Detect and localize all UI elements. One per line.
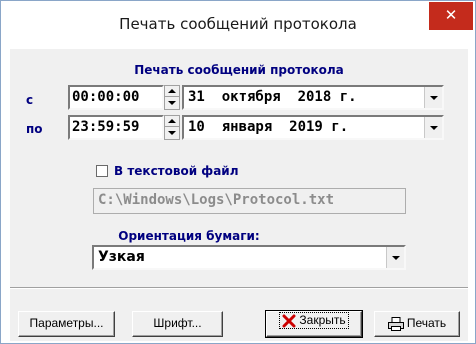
arrow-up-icon [168, 119, 176, 123]
close-x-icon [282, 314, 296, 327]
focus-rectangle: Закрыть [279, 312, 349, 329]
chevron-down-icon [430, 96, 438, 100]
from-date-dropdown-button[interactable] [424, 87, 442, 108]
to-date-dropdown-button[interactable] [424, 117, 442, 138]
chevron-down-icon [430, 126, 438, 130]
orientation-dropdown-button[interactable] [386, 247, 404, 268]
title-bar[interactable]: Печать сообщений протокола ✕ [1, 1, 475, 49]
window-title: Печать сообщений протокола [119, 15, 357, 33]
to-time-field[interactable]: 23:59:59 [68, 115, 164, 140]
to-date-value: 10 января 2019 г. [188, 119, 349, 135]
chevron-down-icon [392, 256, 400, 260]
to-file-checkbox[interactable] [96, 165, 108, 177]
orientation-combo[interactable]: Узкая [92, 245, 406, 270]
separator [10, 288, 468, 289]
from-time-spinner[interactable] [164, 85, 180, 110]
print-button[interactable]: Печать [374, 311, 460, 337]
title-close-button[interactable]: ✕ [429, 2, 473, 30]
close-button-label: Закрыть [299, 313, 346, 327]
font-button-label: Шрифт... [153, 316, 202, 330]
dialog-window: Печать сообщений протокола ✕ Печать сооб… [0, 0, 476, 344]
params-button-label: Параметры... [29, 316, 104, 330]
to-time-spinner[interactable] [164, 115, 180, 140]
orientation-label: Ориентация бумаги: [118, 229, 260, 243]
spin-up-button[interactable] [165, 116, 179, 127]
print-button-label: Печать [406, 316, 447, 330]
from-date-combo[interactable]: 31 октября 2018 г. [182, 85, 444, 110]
printer-icon [387, 316, 404, 331]
orientation-value: Узкая [98, 249, 145, 265]
from-time-value: 00:00:00 [72, 89, 140, 105]
arrow-down-icon [168, 101, 176, 105]
params-button[interactable]: Параметры... [18, 311, 115, 337]
spin-down-button[interactable] [165, 128, 179, 139]
from-date-value: 31 октября 2018 г. [188, 89, 357, 105]
file-path-field[interactable]: C:\Windows\Logs\Protocol.txt [93, 188, 406, 214]
arrow-up-icon [168, 89, 176, 93]
to-file-label[interactable]: В текстовой файл [114, 164, 239, 178]
arrow-down-icon [168, 131, 176, 135]
to-label: по [26, 122, 43, 136]
to-time-value: 23:59:59 [72, 119, 140, 135]
spin-down-button[interactable] [165, 98, 179, 109]
from-time-field[interactable]: 00:00:00 [68, 85, 164, 110]
from-label: с [26, 93, 34, 107]
section-heading: Печать сообщений протокола [134, 63, 344, 77]
close-button[interactable]: Закрыть [265, 310, 363, 338]
spin-up-button[interactable] [165, 86, 179, 97]
to-date-combo[interactable]: 10 января 2019 г. [182, 115, 444, 140]
dialog-client-area: Печать сообщений протокола с 00:00:00 31… [10, 49, 468, 341]
font-button[interactable]: Шрифт... [132, 311, 223, 337]
